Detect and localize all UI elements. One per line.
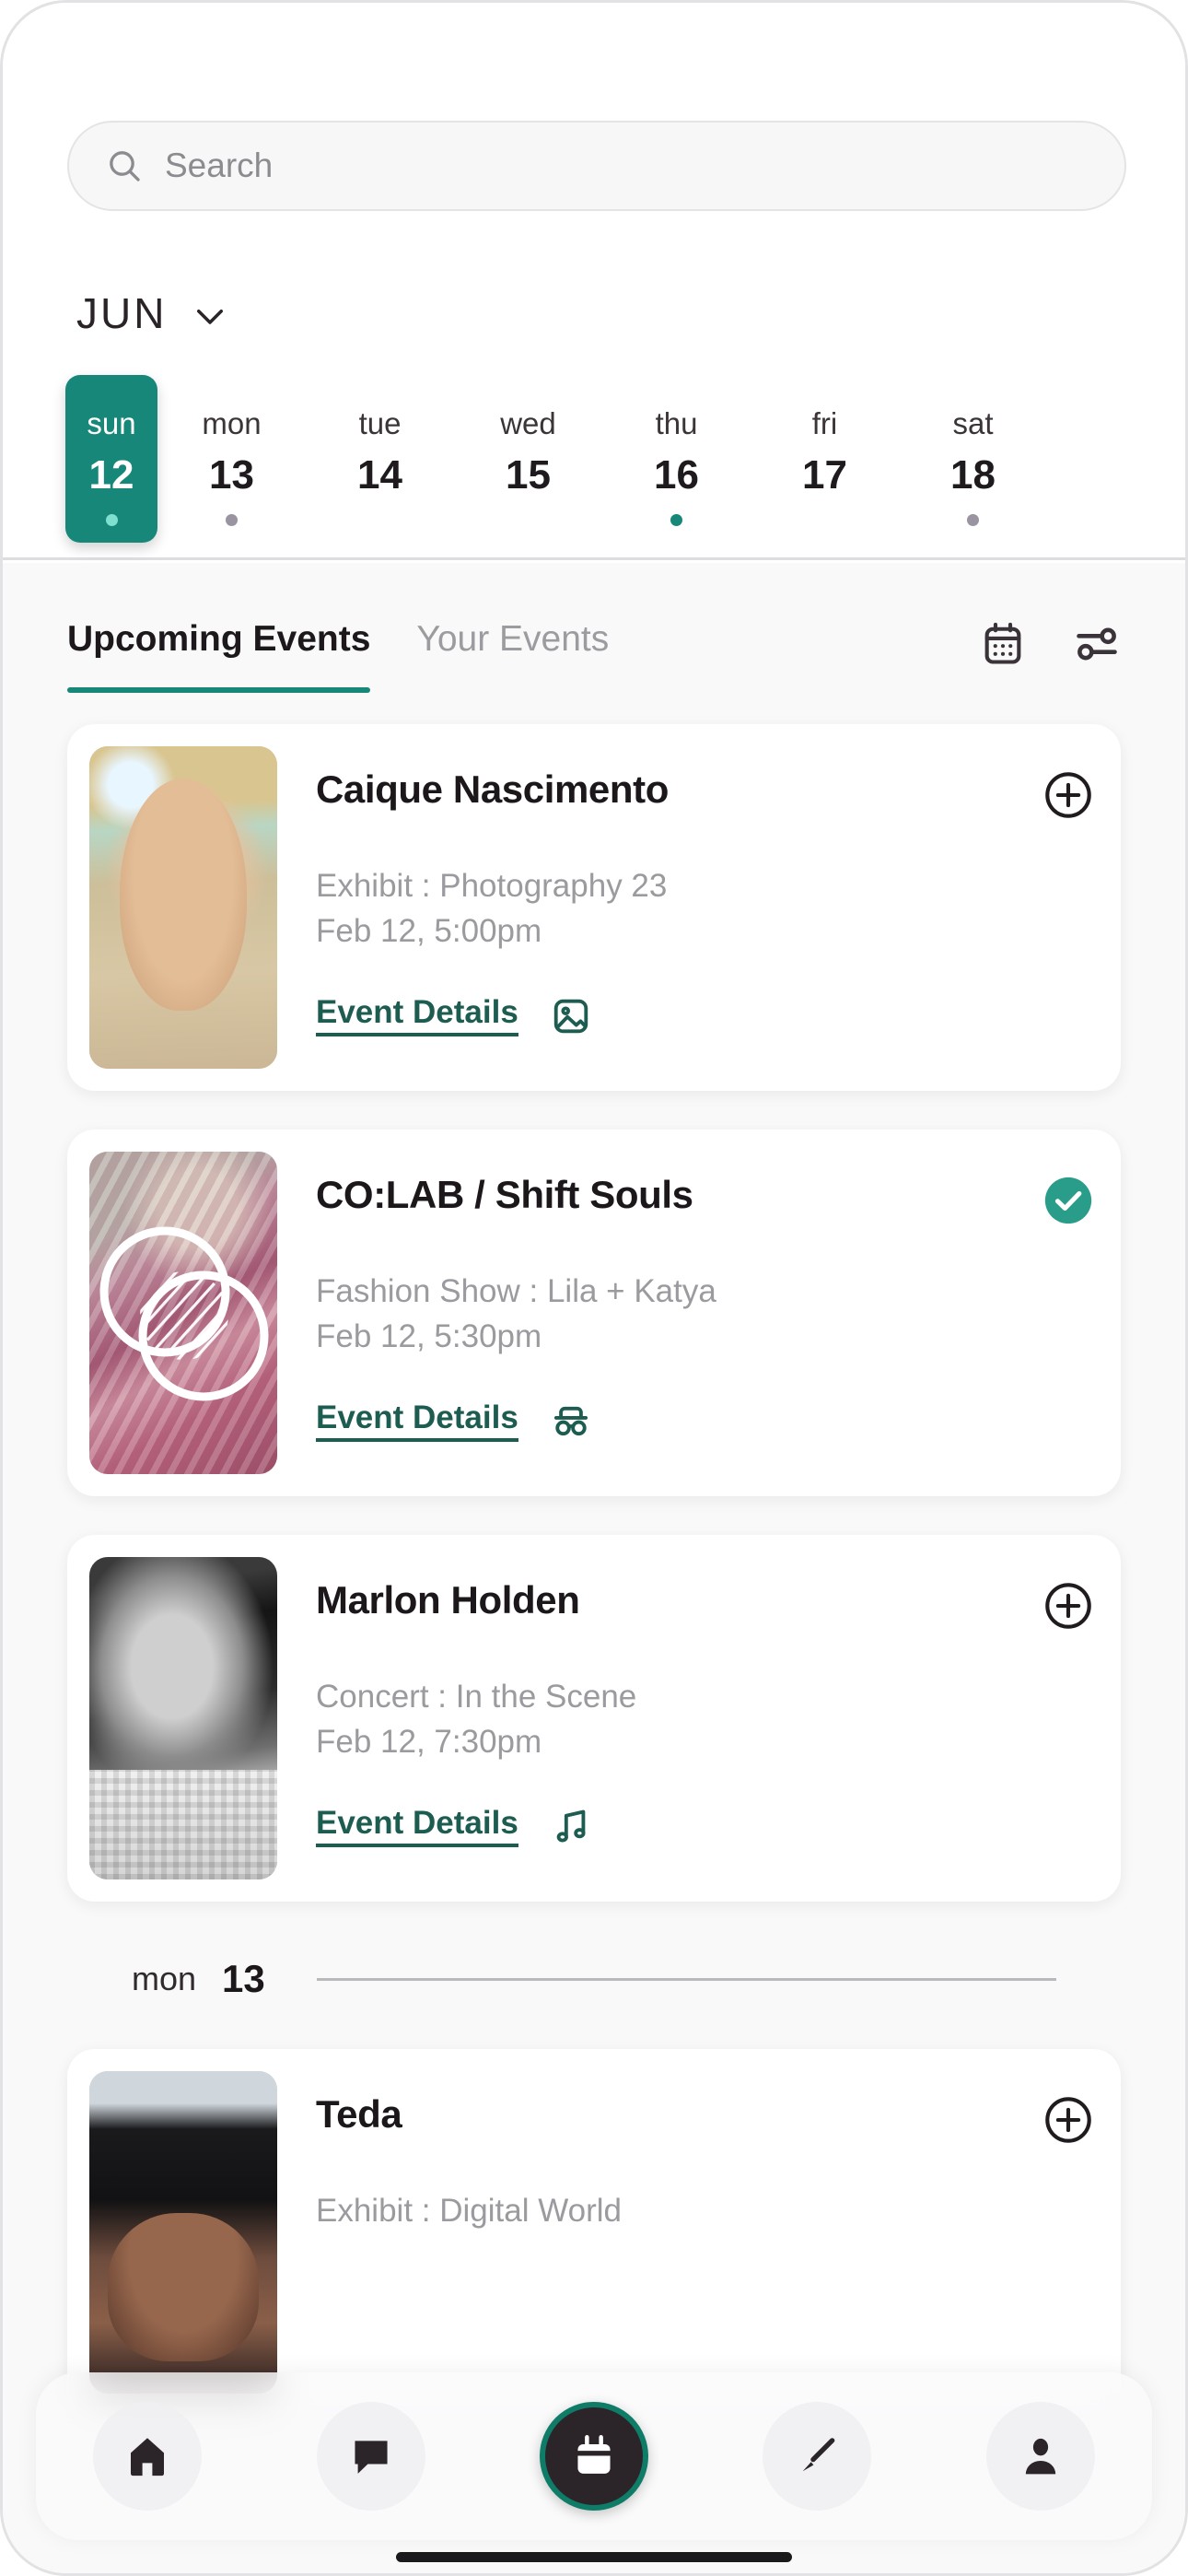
tab-upcoming-events[interactable]: Upcoming Events — [67, 619, 371, 693]
day-dot — [226, 514, 238, 526]
month-label: JUN — [76, 289, 168, 337]
day-name: tue — [358, 406, 402, 440]
calendar-icon — [569, 2431, 619, 2481]
home-indicator — [396, 2552, 792, 2562]
add-event-button[interactable] — [1042, 2093, 1095, 2147]
event-thumbnail — [89, 1557, 277, 1879]
nav-item-profile[interactable] — [985, 2402, 1095, 2511]
home-icon — [122, 2431, 172, 2481]
image-icon — [550, 995, 592, 1037]
day-number: 13 — [209, 452, 254, 498]
header: JUN sun 12 mon 13 tue 14 — [3, 3, 1185, 560]
day-cell-sun-12[interactable]: sun 12 — [65, 375, 157, 543]
chat-icon — [346, 2431, 396, 2481]
event-details-row: Event Details — [316, 995, 592, 1037]
day-cell-mon-13[interactable]: mon 13 — [157, 382, 306, 543]
event-thumbnail — [89, 1152, 277, 1474]
event-title: Marlon Holden — [316, 1578, 580, 1622]
day-name: fri — [811, 406, 838, 440]
event-details-row: Event Details — [316, 1400, 592, 1443]
event-card-body: Marlon Holden Concert : In the Scene Feb… — [277, 1557, 1099, 1879]
calendar-icon[interactable] — [979, 620, 1027, 668]
profile-icon — [1016, 2431, 1066, 2481]
day-divider-name: mon — [132, 1960, 197, 1997]
event-details-link[interactable]: Event Details — [316, 1807, 518, 1847]
filter-sliders-icon[interactable] — [1073, 620, 1121, 668]
event-subtitle: Exhibit : Photography 23 — [316, 868, 668, 904]
bottom-navigation-bar — [36, 2372, 1152, 2540]
day-number: 15 — [506, 452, 551, 498]
phone-frame: JUN sun 12 mon 13 tue 14 — [0, 0, 1188, 2576]
incognito-glasses-icon — [550, 1400, 592, 1443]
day-number: 16 — [654, 452, 699, 498]
event-details-row: Event Details — [316, 1806, 592, 1848]
add-event-button[interactable] — [1042, 768, 1095, 822]
event-card[interactable]: Marlon Holden Concert : In the Scene Feb… — [67, 1535, 1121, 1902]
event-title: CO:LAB / Shift Souls — [316, 1173, 693, 1216]
day-dot — [522, 514, 534, 526]
nav-item-calendar[interactable] — [539, 2402, 648, 2511]
nav-item-home[interactable] — [93, 2402, 203, 2511]
events-list: Caique Nascimento Exhibit : Photography … — [3, 724, 1185, 2416]
event-title: Teda — [316, 2092, 402, 2136]
event-subtitle: Fashion Show : Lila + Katya — [316, 1273, 716, 1309]
chevron-down-icon[interactable] — [191, 297, 229, 335]
event-card-body: Teda Exhibit : Digital World — [277, 2071, 1099, 2394]
day-dot — [670, 514, 682, 526]
nav-item-create[interactable] — [763, 2402, 872, 2511]
tabs-row: Upcoming Events Your Events — [3, 563, 1185, 724]
event-time: Feb 12, 7:30pm — [316, 1724, 542, 1761]
saved-event-check-button[interactable] — [1042, 1174, 1095, 1227]
day-dot — [105, 514, 118, 526]
event-time: Feb 12, 5:00pm — [316, 913, 542, 950]
nav-item-chat[interactable] — [316, 2402, 425, 2511]
day-dot — [374, 514, 386, 526]
search-icon — [106, 147, 143, 184]
day-name: thu — [655, 406, 698, 440]
add-event-button[interactable] — [1042, 1579, 1095, 1633]
month-selector[interactable]: JUN — [76, 288, 229, 338]
day-number: 12 — [88, 452, 134, 498]
event-title: Caique Nascimento — [316, 767, 669, 811]
event-details-link[interactable]: Event Details — [316, 996, 518, 1036]
week-day-strip[interactable]: sun 12 mon 13 tue 14 wed 15 thu 16 fri 1… — [3, 375, 1185, 543]
search-bar[interactable] — [67, 121, 1126, 211]
day-cell-wed-15[interactable]: wed 15 — [454, 382, 602, 543]
event-thumbnail — [89, 746, 277, 1069]
event-card-body: Caique Nascimento Exhibit : Photography … — [277, 746, 1099, 1069]
tabs-actions — [979, 620, 1121, 668]
day-dot — [967, 514, 979, 526]
event-thumbnail — [89, 2071, 277, 2394]
paintbrush-icon — [792, 2431, 842, 2481]
search-input[interactable] — [165, 146, 994, 185]
event-details-link[interactable]: Event Details — [316, 1401, 518, 1442]
day-name: mon — [202, 406, 262, 440]
event-card-body: CO:LAB / Shift Souls Fashion Show : Lila… — [277, 1152, 1099, 1474]
day-cell-fri-17[interactable]: fri 17 — [751, 382, 899, 543]
event-subtitle: Concert : In the Scene — [316, 1679, 637, 1715]
day-dot — [819, 514, 831, 526]
day-number: 18 — [950, 452, 996, 498]
day-name: sun — [87, 406, 136, 440]
day-cell-sat-18[interactable]: sat 18 — [899, 382, 1047, 543]
event-card[interactable]: Teda Exhibit : Digital World — [67, 2049, 1121, 2416]
day-name: wed — [500, 406, 556, 440]
day-name: sat — [952, 406, 994, 440]
event-subtitle: Exhibit : Digital World — [316, 2193, 622, 2229]
music-note-icon — [550, 1806, 592, 1848]
day-number: 17 — [802, 452, 847, 498]
day-cell-thu-16[interactable]: thu 16 — [602, 382, 751, 543]
event-card[interactable]: CO:LAB / Shift Souls Fashion Show : Lila… — [67, 1130, 1121, 1496]
event-time: Feb 12, 5:30pm — [316, 1318, 542, 1355]
overlapping-circles-graphic — [99, 1226, 269, 1401]
event-card[interactable]: Caique Nascimento Exhibit : Photography … — [67, 724, 1121, 1091]
content-area: Upcoming Events Your Events Caique Nasci… — [3, 563, 1185, 2573]
day-cell-tue-14[interactable]: tue 14 — [306, 382, 454, 543]
day-divider-line — [316, 1977, 1056, 1981]
tab-your-events[interactable]: Your Events — [416, 619, 609, 669]
day-number: 14 — [357, 452, 402, 498]
day-divider-number: 13 — [222, 1957, 265, 2000]
day-divider: mon 13 — [67, 1940, 1121, 2049]
